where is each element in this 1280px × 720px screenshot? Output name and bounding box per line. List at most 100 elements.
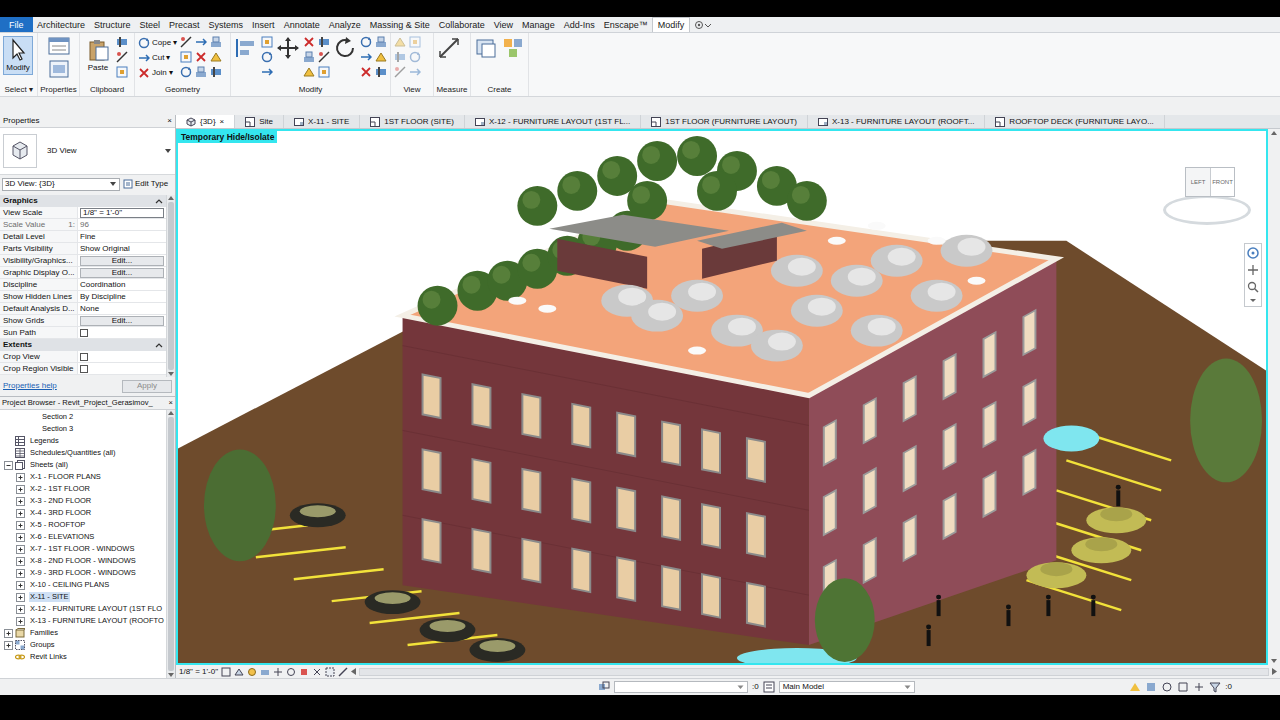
browser-item-label[interactable]: X-1 - FLOOR PLANS	[29, 472, 102, 482]
properties-help-link[interactable]: Properties help	[3, 381, 57, 391]
ribbon-tool-row[interactable]: Join▾	[138, 66, 177, 79]
expand-icon[interactable]	[16, 473, 25, 482]
ribbon-tab-label[interactable]: Steel	[140, 20, 161, 30]
property-checkbox[interactable]	[80, 353, 88, 361]
browser-item-label[interactable]: X-2 - 1ST FLOOR	[29, 484, 91, 494]
expand-icon[interactable]	[16, 533, 25, 542]
view-cube-left-label[interactable]: LEFT	[1191, 177, 1206, 187]
browser-item-label[interactable]: Revit Links	[29, 652, 68, 662]
ribbon-tab-label[interactable]: Systems	[209, 20, 244, 30]
expand-icon[interactable]	[4, 641, 13, 650]
property-checkbox[interactable]	[80, 329, 88, 337]
edit-type-icon[interactable]	[123, 179, 133, 189]
shadows-icon[interactable]	[260, 667, 270, 677]
building-rendering[interactable]	[178, 131, 1266, 663]
expander[interactable]	[16, 545, 25, 554]
rotate-icon[interactable]	[180, 66, 192, 78]
expander[interactable]	[16, 605, 25, 614]
ribbon-tab[interactable]: Enscape™	[599, 17, 652, 32]
ribbon-tab-label[interactable]: Architecture	[37, 20, 85, 30]
rotate-icon[interactable]	[360, 36, 372, 48]
expander[interactable]	[16, 533, 25, 542]
browser-item[interactable]: X-5 - ROOFTOP	[0, 519, 166, 531]
expand-icon[interactable]	[16, 545, 25, 554]
ribbon-tab-label[interactable]: Annotate	[284, 20, 320, 30]
property-value[interactable]	[77, 351, 166, 362]
property-button-label[interactable]: Edit...	[112, 269, 132, 277]
group-dropdown-arrow[interactable]: ▾	[29, 85, 33, 95]
properties-icon[interactable]	[47, 36, 71, 56]
browser-item-label[interactable]: X-10 - CEILING PLANS	[29, 580, 110, 590]
select-links-icon[interactable]	[1129, 681, 1141, 693]
browser-item-label[interactable]: Groups	[29, 640, 56, 650]
ribbon-tab[interactable]: Architecture	[33, 17, 90, 32]
expander[interactable]	[16, 581, 25, 590]
expand-icon[interactable]	[16, 605, 25, 614]
scroll-up-icon[interactable]	[168, 411, 174, 415]
align-icon[interactable]	[375, 66, 387, 78]
close-button[interactable]: ×	[167, 116, 172, 126]
ribbon-tab-label[interactable]: Analyze	[329, 20, 361, 30]
expander[interactable]	[16, 485, 25, 494]
move-icon[interactable]	[261, 66, 273, 78]
view-cube-body[interactable]: LEFT FRONT	[1185, 167, 1235, 197]
property-field[interactable]: 1/8" = 1'-0"	[80, 208, 164, 218]
ribbon-tool-row[interactable]: Cut▾	[138, 51, 177, 64]
browser-item[interactable]: X-13 - FURNITURE LAYOUT (ROOFTO	[0, 615, 166, 627]
box-icon[interactable]	[318, 66, 330, 78]
paste-icon[interactable]	[86, 38, 110, 62]
property-value[interactable]	[77, 363, 166, 374]
browser-item-label[interactable]: X-3 - 2ND FLOOR	[29, 496, 92, 506]
view-cube-front-label[interactable]: FRONT	[1212, 177, 1233, 187]
pan-icon[interactable]	[1247, 264, 1259, 276]
browser-item-label[interactable]: X-12 - FURNITURE LAYOUT (1ST FLO	[29, 604, 163, 614]
pointer-icon[interactable]	[6, 38, 30, 62]
expander[interactable]	[16, 473, 25, 482]
render-icon[interactable]	[286, 667, 296, 677]
browser-item[interactable]: X-8 - 2ND FLOOR - WINDOWS	[0, 555, 166, 567]
rotate-icon[interactable]	[138, 37, 150, 49]
view-cube-front-face[interactable]: FRONT	[1210, 168, 1234, 196]
select-underlay-icon[interactable]	[1145, 681, 1157, 693]
view-cube-left-face[interactable]: LEFT	[1186, 168, 1210, 196]
3d-viewport[interactable]: Temporary Hide/IsolateLEFTFRONT	[176, 129, 1268, 665]
scroll-thumb[interactable]	[168, 417, 174, 671]
browser-item-label[interactable]: X-6 - ELEVATIONS	[29, 532, 95, 542]
ribbon-tab-label[interactable]: View	[494, 20, 513, 30]
section-label[interactable]: Graphics	[3, 196, 38, 206]
select-pinned-icon[interactable]	[1161, 681, 1173, 693]
browser-item-label[interactable]: Schedules/Quantities (all)	[29, 448, 116, 458]
scroll-up-icon[interactable]	[168, 196, 174, 200]
model-value[interactable]: Main Model	[783, 682, 824, 692]
expand-icon[interactable]	[16, 581, 25, 590]
view-tab[interactable]: 1ST FLOOR (SITE)	[360, 115, 465, 128]
view-tab[interactable]: {3D}×	[176, 115, 235, 128]
expander[interactable]	[16, 569, 25, 578]
browser-item[interactable]: X-6 - ELEVATIONS	[0, 531, 166, 543]
browser-item[interactable]: Sheets (all)	[0, 459, 166, 471]
expander[interactable]	[4, 629, 13, 638]
move-icon[interactable]	[195, 36, 207, 48]
browser-item[interactable]: X-2 - 1ST FLOOR	[0, 483, 166, 495]
ribbon-tab[interactable]: Precast	[165, 17, 205, 32]
ribbon-tab[interactable]: Massing & Site	[365, 17, 434, 32]
type-name[interactable]: 3D View	[47, 146, 154, 156]
expander[interactable]	[4, 461, 13, 470]
copy-icon[interactable]	[303, 51, 315, 63]
scroll-left-icon[interactable]	[351, 668, 356, 675]
browser-item[interactable]: Section 3	[0, 423, 166, 435]
design-options-icon[interactable]	[763, 681, 775, 693]
view-tab-label[interactable]: {3D}	[200, 117, 216, 127]
worksets-icon[interactable]	[598, 681, 610, 693]
align-icon[interactable]	[210, 66, 222, 78]
browser-item[interactable]: Section 2	[0, 411, 166, 423]
expand-icon[interactable]	[16, 497, 25, 506]
scroll-down-icon[interactable]	[168, 372, 174, 376]
section-header[interactable]: Graphics	[0, 195, 166, 207]
tool-label[interactable]: Cope	[152, 38, 171, 48]
ribbon-tool-row[interactable]: Cope▾	[138, 36, 177, 49]
rotate-icon[interactable]	[409, 51, 421, 63]
box-icon[interactable]	[116, 66, 128, 78]
hide-icon[interactable]	[299, 667, 309, 677]
viewport-scrollbar[interactable]	[1268, 129, 1280, 665]
